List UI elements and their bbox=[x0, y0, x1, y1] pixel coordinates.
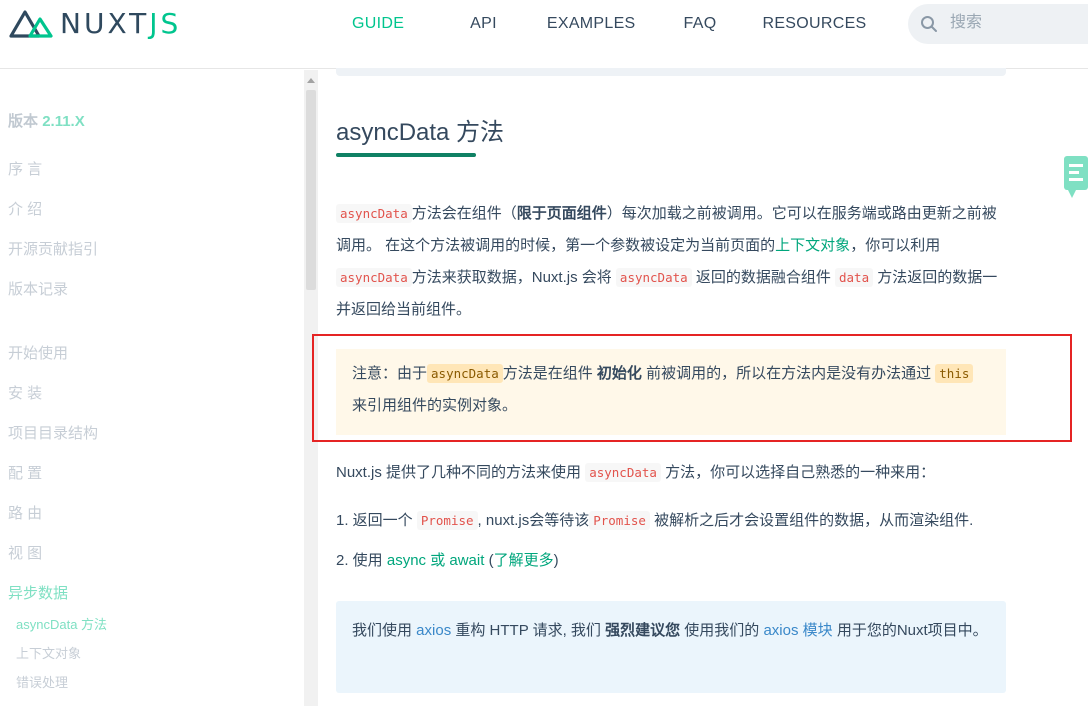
sidebar-item-release-notes[interactable]: 版本记录 bbox=[8, 278, 68, 299]
sidebar-item-directory-structure[interactable]: 项目目录结构 bbox=[8, 422, 98, 443]
sidebar: 版本 2.11.X 序 言 介 绍 开源贡献指引 版本记录 开始使用 安 装 项… bbox=[8, 68, 304, 706]
logo-wordmark: NUXTJS bbox=[60, 7, 181, 40]
logo-text-nuxt: NUXT bbox=[60, 6, 150, 40]
context-object-link[interactable]: 上下文对象 bbox=[775, 237, 850, 254]
text-span: 被解析之后才会设置组件的数据，从而渲染组件. bbox=[649, 512, 974, 529]
nav-guide[interactable]: GUIDE bbox=[352, 15, 404, 33]
info-text: 我们使用 axios 重构 HTTP 请求, 我们 强烈建议您 使用我们的 ax… bbox=[352, 615, 992, 647]
axios-module-link[interactable]: axios 模块 bbox=[763, 622, 832, 639]
inline-code: asyncData bbox=[336, 268, 412, 287]
text-span: 方法，你可以选择自己熟悉的一种来用： bbox=[660, 464, 936, 481]
feedback-icon[interactable] bbox=[1064, 156, 1088, 198]
text-span: 1. 返回一个 bbox=[336, 512, 417, 529]
sidebar-item-async-data[interactable]: 异步数据 bbox=[8, 582, 68, 603]
inline-code: Promise bbox=[589, 511, 650, 530]
sidebar-subitem-asyncdata-method[interactable]: asyncData 方法 bbox=[16, 614, 107, 633]
version-selector[interactable]: 版本 2.11.X bbox=[8, 110, 85, 131]
methods-paragraph: Nuxt.js 提供了几种不同的方法来使用 asyncData 方法，你可以选择… bbox=[336, 457, 1008, 489]
sidebar-item-contribution[interactable]: 开源贡献指引 bbox=[8, 238, 98, 259]
version-label: 版本 bbox=[8, 113, 39, 130]
nav-api[interactable]: API bbox=[470, 15, 497, 33]
sidebar-item-routing[interactable]: 路 由 bbox=[8, 502, 42, 523]
inline-code: Promise bbox=[416, 511, 478, 530]
text-span: 使用我们的 bbox=[680, 622, 764, 639]
sidebar-item-views[interactable]: 视 图 bbox=[8, 542, 42, 563]
text-span: 2. 使用 bbox=[336, 552, 387, 569]
nav-resources[interactable]: RESOURCES bbox=[762, 15, 866, 33]
sidebar-item-installation[interactable]: 安 装 bbox=[8, 382, 42, 403]
bold-text: 强烈建议您 bbox=[605, 622, 681, 639]
intro-paragraph: asyncData 方法会在组件（限于页面组件）每次加载之前被调用。它可以在服务端… bbox=[336, 198, 1008, 326]
nuxt-mountain-icon bbox=[9, 10, 53, 38]
sidebar-item-getting-started[interactable]: 开始使用 bbox=[8, 342, 68, 363]
search-box[interactable] bbox=[908, 4, 1088, 44]
text-span: ) bbox=[553, 552, 559, 569]
text-span: 重构 HTTP 请求, 我们 bbox=[451, 622, 606, 639]
top-header: NUXTJS GUIDE API EXAMPLES FAQ RESOURCES bbox=[0, 0, 1088, 69]
list-item-async-await: 2. 使用 async 或 await (了解更多) bbox=[336, 545, 559, 577]
text-span: 返回的数据融合组件 bbox=[691, 269, 835, 286]
version-value: 2.11.X bbox=[42, 113, 85, 130]
inline-code: asyncData bbox=[585, 463, 661, 482]
previous-code-block-edge bbox=[336, 68, 1006, 76]
sidebar-item-preface[interactable]: 序 言 bbox=[8, 158, 42, 179]
section-title: asyncData 方法 bbox=[336, 119, 505, 146]
scroll-up-arrow-icon[interactable] bbox=[307, 78, 315, 83]
info-callout: 我们使用 axios 重构 HTTP 请求, 我们 强烈建议您 使用我们的 ax… bbox=[336, 601, 1006, 693]
text-span: 用于您的Nuxt项目中。 bbox=[832, 622, 988, 639]
text-span: ，你可以利用 bbox=[850, 237, 941, 254]
inline-code: asyncData bbox=[615, 268, 692, 287]
sidebar-subitem-context[interactable]: 上下文对象 bbox=[16, 643, 81, 662]
inline-code: data bbox=[835, 268, 874, 287]
list-item-promise: 1. 返回一个 Promise, nuxt.js会等待该 Promise 被解析之… bbox=[336, 505, 973, 537]
logo-text-js: JS bbox=[149, 6, 182, 40]
async-await-link[interactable]: async 或 await bbox=[387, 552, 485, 569]
text-span: 我们使用 bbox=[352, 622, 417, 639]
axios-link[interactable]: axios bbox=[416, 622, 451, 639]
highlight-annotation-box bbox=[312, 334, 1072, 442]
inline-code: asyncData bbox=[336, 204, 412, 223]
sidebar-item-intro[interactable]: 介 绍 bbox=[8, 198, 42, 219]
sidebar-subitem-error-handling[interactable]: 错误处理 bbox=[16, 672, 68, 691]
scrollbar-thumb[interactable] bbox=[306, 90, 316, 290]
text-span: Nuxt.js 提供了几种不同的方法来使用 bbox=[336, 464, 586, 481]
text-span: 方法会在组件（ bbox=[411, 205, 517, 222]
learn-more-link[interactable]: 了解更多 bbox=[494, 552, 554, 569]
nuxtjs-logo[interactable]: NUXTJS bbox=[8, 6, 181, 40]
nav-faq[interactable]: FAQ bbox=[684, 15, 717, 33]
bold-text: 限于页面组件 bbox=[516, 205, 607, 222]
search-icon bbox=[921, 16, 937, 32]
text-span: 方法来获取数据，Nuxt.js 会将 bbox=[411, 269, 616, 286]
main-nav: GUIDE API EXAMPLES FAQ RESOURCES bbox=[352, 15, 917, 33]
title-underline bbox=[336, 153, 476, 157]
text-span: ( bbox=[484, 552, 494, 569]
nav-examples[interactable]: EXAMPLES bbox=[547, 15, 636, 33]
text-span: , nuxt.js会等待该 bbox=[477, 512, 590, 529]
search-input[interactable] bbox=[948, 13, 1072, 33]
sidebar-item-configuration[interactable]: 配 置 bbox=[8, 462, 42, 483]
